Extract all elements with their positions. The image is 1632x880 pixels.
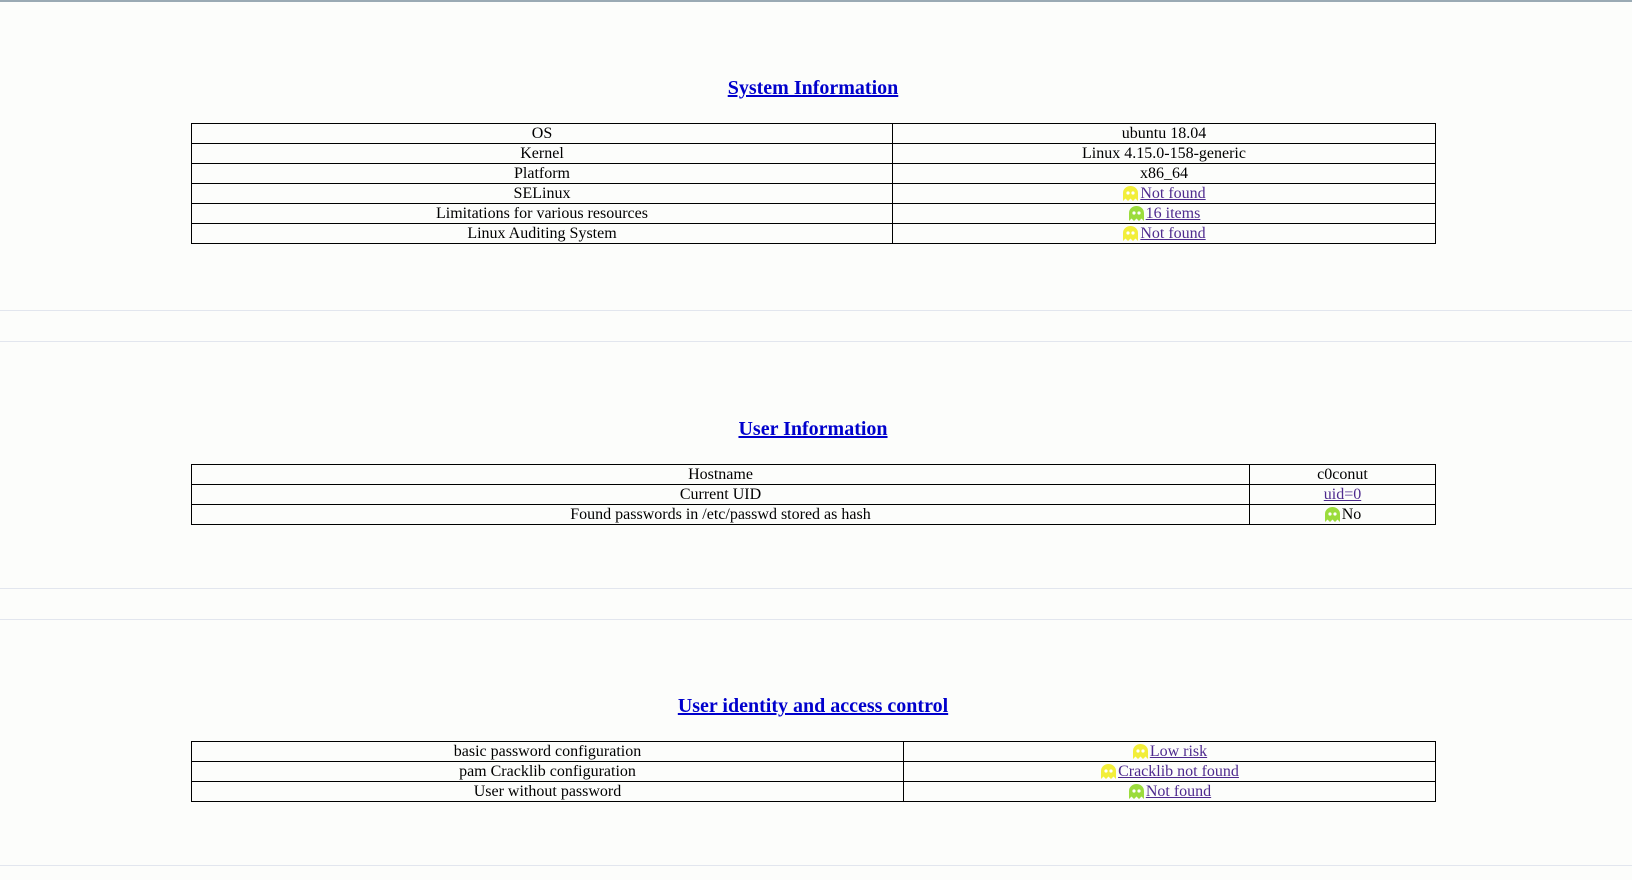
row-value-cell: Cracklib not found: [903, 761, 1436, 782]
row-value-cell: Not found: [903, 781, 1436, 802]
row-label: SELinux: [191, 183, 893, 204]
table-row: OS ubuntu 18.04: [191, 123, 1436, 144]
row-label: basic password configuration: [191, 741, 904, 762]
row-label: Found passwords in /etc/passwd stored as…: [191, 504, 1250, 525]
table-row: Linux Auditing System Not found: [191, 223, 1436, 244]
top-border: [0, 0, 1632, 2]
table-row: Limitations for various resources 16 ite…: [191, 203, 1436, 224]
row-label: Current UID: [191, 484, 1250, 505]
table-row: pam Cracklib configuration Cracklib not …: [191, 761, 1436, 782]
table-row: Current UID uid=0: [191, 484, 1436, 505]
section-divider: [0, 341, 1632, 342]
ghost-icon: [1123, 186, 1139, 201]
row-value-cell: No: [1249, 504, 1436, 525]
system-info-link[interactable]: System Information: [728, 77, 899, 99]
section-divider: [0, 588, 1632, 589]
row-label: Linux Auditing System: [191, 223, 893, 244]
row-value: x86_64: [892, 163, 1436, 184]
section-divider: [0, 865, 1632, 866]
ghost-icon: [1123, 226, 1139, 241]
status-link[interactable]: Low risk: [1150, 743, 1207, 760]
status-link[interactable]: Cracklib not found: [1118, 763, 1239, 780]
user-info-title: User Information: [0, 418, 1626, 441]
table-row: Found passwords in /etc/passwd stored as…: [191, 504, 1436, 525]
status-link[interactable]: Not found: [1140, 225, 1205, 242]
user-info-link[interactable]: User Information: [738, 418, 887, 440]
user-info-table: Hostname c0conut Current UID uid=0 Found…: [191, 464, 1436, 525]
row-value: ubuntu 18.04: [892, 123, 1436, 144]
row-value-cell: uid=0: [1249, 484, 1436, 505]
status-text: No: [1341, 506, 1362, 523]
ghost-icon: [1128, 784, 1144, 799]
section-divider: [0, 619, 1632, 620]
row-value: c0conut: [1249, 464, 1436, 485]
row-value-cell: Low risk: [903, 741, 1436, 762]
row-label: Platform: [191, 163, 893, 184]
table-row: SELinux Not found: [191, 183, 1436, 204]
row-label: Limitations for various resources: [191, 203, 893, 224]
uid-link[interactable]: uid=0: [1324, 486, 1361, 503]
ghost-icon: [1132, 744, 1148, 759]
table-row: Hostname c0conut: [191, 464, 1436, 485]
row-value-cell: Not found: [892, 183, 1436, 204]
section-divider: [0, 310, 1632, 311]
row-value-cell: 16 items: [892, 203, 1436, 224]
ghost-icon: [1128, 206, 1144, 221]
system-info-title: System Information: [0, 77, 1626, 100]
table-row: User without password Not found: [191, 781, 1436, 802]
row-value-cell: Not found: [892, 223, 1436, 244]
status-link[interactable]: 16 items: [1146, 205, 1201, 222]
identity-access-title: User identity and access control: [0, 695, 1626, 718]
table-row: basic password configuration Low risk: [191, 741, 1436, 762]
row-label: OS: [191, 123, 893, 144]
row-label: Kernel: [191, 143, 893, 164]
ghost-icon: [1101, 764, 1117, 779]
identity-access-table: basic password configuration Low risk pa…: [191, 741, 1436, 802]
table-row: Platform x86_64: [191, 163, 1436, 184]
row-label: pam Cracklib configuration: [191, 761, 904, 782]
status-link[interactable]: Not found: [1140, 185, 1205, 202]
row-value: Linux 4.15.0-158-generic: [892, 143, 1436, 164]
ghost-icon: [1324, 507, 1340, 522]
status-link[interactable]: Not found: [1146, 783, 1211, 800]
system-info-table: OS ubuntu 18.04 Kernel Linux 4.15.0-158-…: [191, 123, 1436, 244]
row-label: Hostname: [191, 464, 1250, 485]
table-row: Kernel Linux 4.15.0-158-generic: [191, 143, 1436, 164]
identity-access-link[interactable]: User identity and access control: [678, 695, 948, 717]
row-label: User without password: [191, 781, 904, 802]
